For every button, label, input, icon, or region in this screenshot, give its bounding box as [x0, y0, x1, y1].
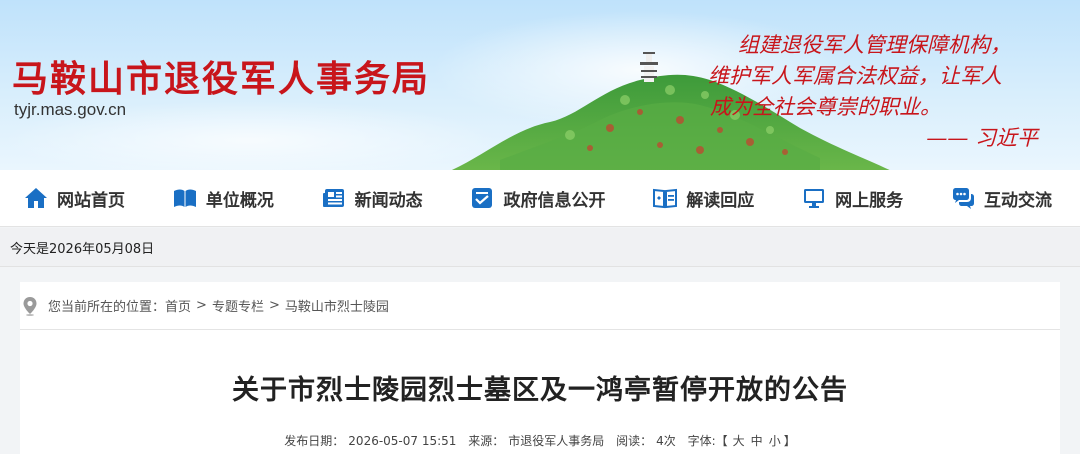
- nav-label: 新闻动态: [354, 190, 423, 211]
- motto-signature: —— 习近平: [926, 126, 1038, 150]
- nav-item-about[interactable]: 单位概况: [173, 170, 274, 227]
- breadcrumb: 您当前所在的位置： 首页 > 专题专栏 > 马鞍山市烈士陵园: [20, 282, 1060, 330]
- nav-label: 单位概况: [205, 190, 274, 211]
- motto-line: 维护军人军属合法权益，让军人: [708, 64, 1002, 88]
- newspaper-icon: [322, 189, 344, 207]
- views-label: 阅读：: [616, 434, 653, 448]
- info-disclosure-icon: [472, 188, 493, 208]
- open-book-icon: [653, 188, 678, 209]
- nav-label: 政府信息公开: [503, 190, 606, 211]
- font-size-label: 字体:【: [687, 434, 728, 448]
- content-panel: 您当前所在的位置： 首页 > 专题专栏 > 马鞍山市烈士陵园 关于市烈士陵园烈士…: [20, 282, 1060, 454]
- font-size-small-button[interactable]: 小: [769, 434, 781, 448]
- publish-date: 2026-05-07 15:51: [348, 434, 457, 448]
- nav-item-home[interactable]: 网站首页: [24, 170, 125, 227]
- nav-item-interpretation[interactable]: 解读回应: [653, 170, 754, 227]
- breadcrumb-topics-link[interactable]: 专题专栏: [212, 296, 264, 315]
- home-icon: [25, 188, 47, 208]
- location-pin-icon: [23, 296, 37, 316]
- breadcrumb-prefix: 您当前所在的位置：: [48, 300, 166, 315]
- page: 马鞍山市退役军人事务局 tyjr.mas.gov.cn 组建退役军人管理保障机构…: [0, 0, 1080, 454]
- date-bar: 今天是2026年05月08日: [0, 228, 1080, 267]
- font-size-bracket: 】: [783, 434, 796, 448]
- site-title[interactable]: 马鞍山市退役军人事务局: [12, 50, 430, 102]
- motto-line: 成为全社会尊崇的职业。: [710, 95, 941, 119]
- nav-label: 解读回应: [686, 190, 755, 211]
- breadcrumb-separator: >: [196, 298, 207, 313]
- site-url: tyjr.mas.gov.cn: [14, 100, 127, 119]
- motto-calligraphy: 组建退役军人管理保障机构， 维护军人军属合法权益，让军人 成为全社会尊崇的职业。…: [708, 30, 1038, 154]
- publish-label: 发布日期：: [284, 434, 345, 448]
- current-date: 今天是2026年05月08日: [10, 241, 155, 257]
- main-nav: 网站首页 单位概况 新闻动态 政府信息公开 解读回应 网上服务 互动交流: [0, 170, 1080, 227]
- font-size-medium-button[interactable]: 中: [751, 434, 763, 448]
- chat-bubble-icon: [952, 188, 974, 209]
- nav-label: 网站首页: [57, 190, 125, 211]
- monitor-icon: [804, 189, 825, 208]
- nav-item-online-service[interactable]: 网上服务: [802, 170, 903, 227]
- nav-item-interaction[interactable]: 互动交流: [951, 170, 1052, 227]
- book-icon: [173, 189, 196, 207]
- breadcrumb-cemetery-link[interactable]: 马鞍山市烈士陵园: [285, 296, 389, 315]
- article-title: 关于市烈士陵园烈士墓区及一鸿亭暂停开放的公告: [232, 375, 848, 406]
- view-count: 4次: [656, 434, 676, 448]
- breadcrumb-home-link[interactable]: 首页: [165, 296, 191, 315]
- font-size-large-button[interactable]: 大: [733, 434, 745, 448]
- breadcrumb-separator: >: [268, 298, 280, 313]
- article-source: 市退役军人事务局: [508, 434, 605, 448]
- nav-item-news[interactable]: 新闻动态: [322, 170, 423, 227]
- nav-label: 网上服务: [835, 190, 904, 211]
- header-banner: 马鞍山市退役军人事务局 tyjr.mas.gov.cn 组建退役军人管理保障机构…: [0, 0, 1080, 170]
- source-label: 来源：: [468, 434, 505, 448]
- motto-line: 组建退役军人管理保障机构，: [738, 33, 1011, 57]
- article-meta: 发布日期： 2026-05-07 15:51 来源： 市退役军人事务局 阅读： 4次 …: [20, 432, 1060, 449]
- nav-item-info-disclosure[interactable]: 政府信息公开: [470, 170, 605, 227]
- nav-label: 互动交流: [983, 190, 1052, 211]
